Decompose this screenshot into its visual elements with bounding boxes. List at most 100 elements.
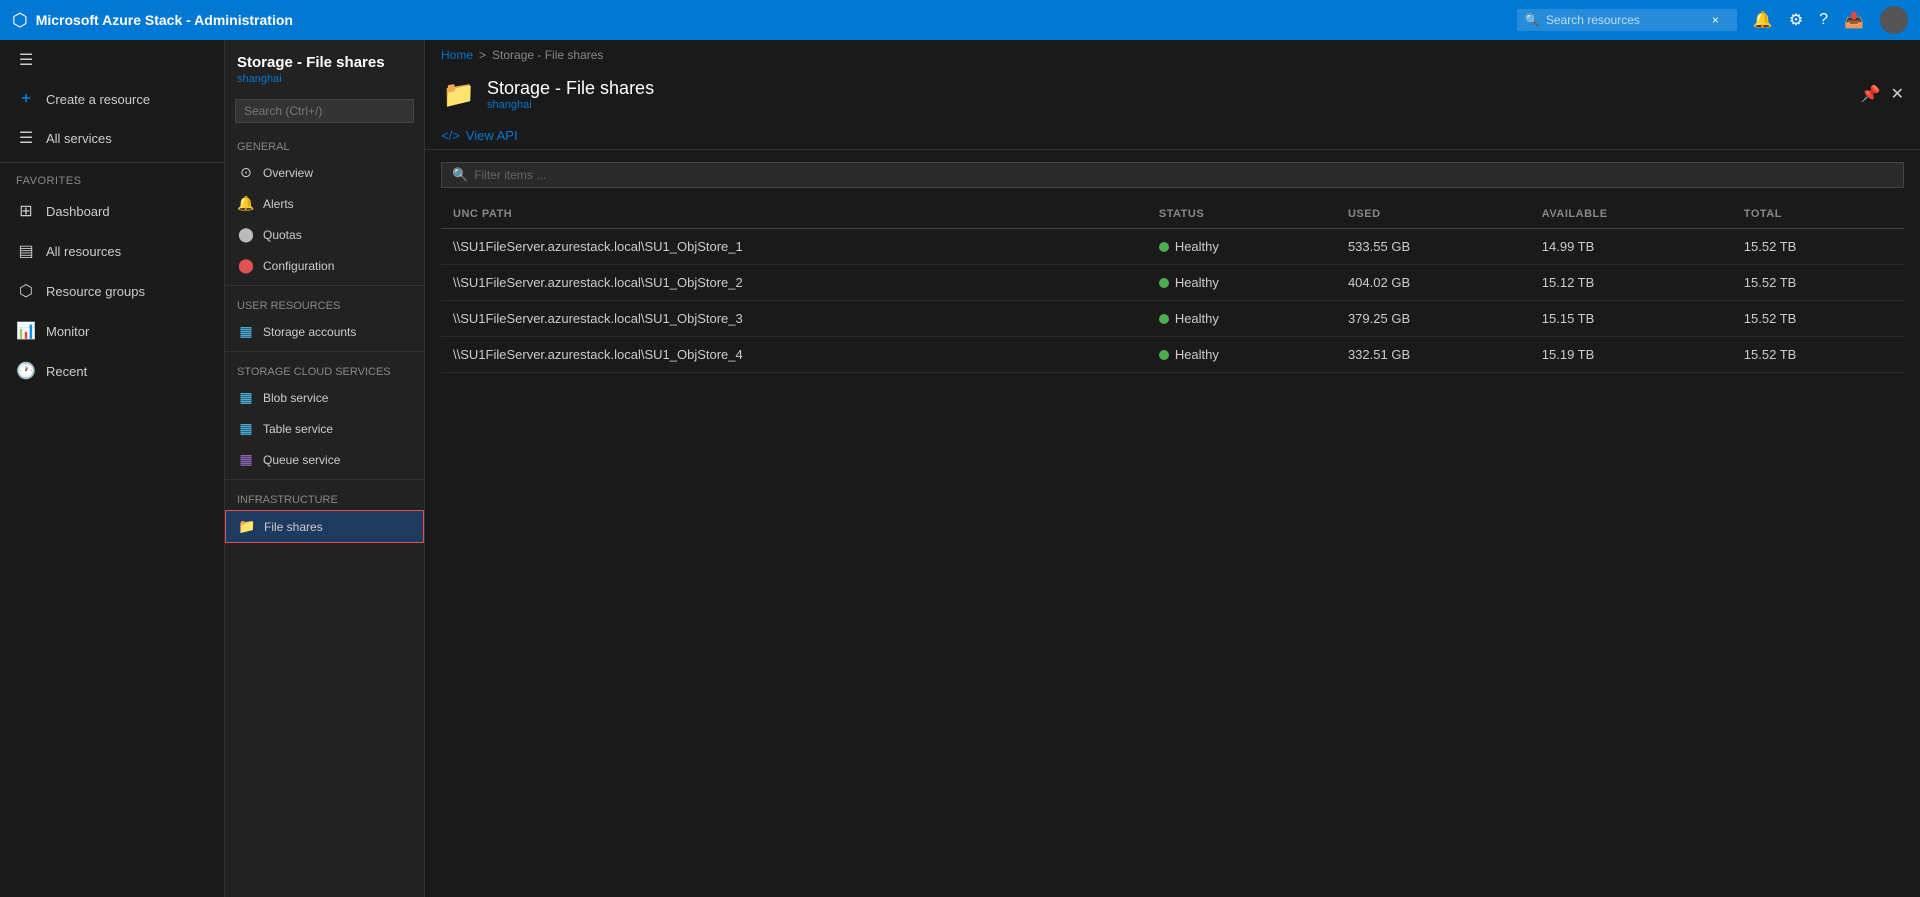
nav-item-file-shares[interactable]: 📁 File shares <box>225 510 424 543</box>
filter-input[interactable] <box>474 168 1893 182</box>
sidebar-item-monitor[interactable]: 📊 Monitor <box>0 311 224 351</box>
cell-available: 15.15 TB <box>1530 301 1732 337</box>
plus-icon: + <box>16 90 36 108</box>
monitor-label: Monitor <box>46 324 89 339</box>
create-resource-label: Create a resource <box>46 92 150 107</box>
configuration-icon: ⬤ <box>237 257 255 274</box>
cell-used: 404.02 GB <box>1336 265 1530 301</box>
search-icon: 🔍 <box>1525 13 1540 27</box>
col-header-status: STATUS <box>1147 200 1336 229</box>
close-icon[interactable]: ✕ <box>1891 84 1904 104</box>
nav-item-overview[interactable]: ⊙ Overview <box>225 157 424 188</box>
cell-used: 379.25 GB <box>1336 301 1530 337</box>
search-input[interactable] <box>1546 13 1706 27</box>
cell-total: 15.52 TB <box>1732 265 1904 301</box>
breadcrumb-home[interactable]: Home <box>441 48 473 62</box>
resource-nav-search[interactable] <box>225 91 424 131</box>
collapse-sidebar[interactable]: ☰ <box>0 40 224 80</box>
nav-item-queue-service[interactable]: ▦ Queue service <box>225 444 424 475</box>
nav-item-overview-label: Overview <box>263 166 313 180</box>
notifications-icon[interactable]: 🔔 <box>1753 10 1773 30</box>
search-close-icon[interactable]: × <box>1712 13 1719 27</box>
status-text: Healthy <box>1175 239 1219 254</box>
content-title-block: 📁 Storage - File shares shanghai <box>441 76 654 112</box>
table-row[interactable]: \\SU1FileServer.azurestack.local\SU1_Obj… <box>441 337 1904 373</box>
nav-item-blob-service[interactable]: ▦ Blob service <box>225 382 424 413</box>
table-row[interactable]: \\SU1FileServer.azurestack.local\SU1_Obj… <box>441 229 1904 265</box>
cell-status: Healthy <box>1147 229 1336 265</box>
view-api-label: View API <box>466 128 518 143</box>
table-header-row: UNC PATH STATUS USED AVAILABLE TOTAL <box>441 200 1904 229</box>
storage-cloud-services-label: STORAGE CLOUD SERVICES <box>225 356 424 382</box>
col-header-used: USED <box>1336 200 1530 229</box>
content-title-text: Storage - File shares shanghai <box>487 78 654 111</box>
filter-bar[interactable]: 🔍 <box>441 162 1904 188</box>
cell-unc-path: \\SU1FileServer.azurestack.local\SU1_Obj… <box>441 301 1147 337</box>
status-dot <box>1159 350 1169 360</box>
nav-item-table-service-label: Table service <box>263 422 333 436</box>
settings-icon[interactable]: ⚙ <box>1789 10 1803 30</box>
view-api-button[interactable]: </> View API <box>441 128 518 143</box>
resource-nav-search-input[interactable] <box>235 99 414 123</box>
all-services-item[interactable]: ☰ All services <box>0 118 224 158</box>
help-icon[interactable]: ? <box>1819 11 1828 29</box>
cell-available: 14.99 TB <box>1530 229 1732 265</box>
cell-total: 15.52 TB <box>1732 337 1904 373</box>
feedback-icon[interactable]: 📤 <box>1844 10 1864 30</box>
create-resource-button[interactable]: + Create a resource <box>0 80 224 118</box>
sidebar-item-dashboard[interactable]: ⊞ Dashboard <box>0 191 224 231</box>
data-table: UNC PATH STATUS USED AVAILABLE TOTAL \\S… <box>441 200 1904 373</box>
resource-groups-label: Resource groups <box>46 284 145 299</box>
recent-icon: 🕐 <box>16 361 36 381</box>
nav-item-alerts-label: Alerts <box>263 197 294 211</box>
all-resources-label: All resources <box>46 244 121 259</box>
pin-icon[interactable]: 📌 <box>1861 84 1881 104</box>
general-section-label: GENERAL <box>225 131 424 157</box>
nav-item-file-shares-label: File shares <box>264 520 323 534</box>
status-text: Healthy <box>1175 275 1219 290</box>
nav-item-alerts[interactable]: 🔔 Alerts <box>225 188 424 219</box>
status-text: Healthy <box>1175 311 1219 326</box>
resource-nav: Storage - File shares shanghai GENERAL ⊙… <box>225 40 425 897</box>
user-resources-label: USER RESOURCES <box>225 290 424 316</box>
avatar[interactable] <box>1880 6 1908 34</box>
nav-item-table-service[interactable]: ▦ Table service <box>225 413 424 444</box>
nav-item-quotas-label: Quotas <box>263 228 302 242</box>
sidebar-item-recent[interactable]: 🕐 Recent <box>0 351 224 391</box>
status-dot <box>1159 242 1169 252</box>
col-header-available: AVAILABLE <box>1530 200 1732 229</box>
resource-nav-title: Storage - File shares <box>237 54 412 71</box>
table-row[interactable]: \\SU1FileServer.azurestack.local\SU1_Obj… <box>441 265 1904 301</box>
quotas-icon: ⬤ <box>237 226 255 243</box>
search-box[interactable]: 🔍 × <box>1517 9 1737 31</box>
breadcrumb: Home > Storage - File shares <box>425 40 1920 70</box>
col-header-total: TOTAL <box>1732 200 1904 229</box>
content: Home > Storage - File shares 📁 Storage -… <box>425 40 1920 897</box>
infrastructure-label: INFRASTRUCTURE <box>225 484 424 510</box>
col-header-unc-path: UNC PATH <box>441 200 1147 229</box>
topbar: ⬡ Microsoft Azure Stack - Administration… <box>0 0 1920 40</box>
monitor-icon: 📊 <box>16 321 36 341</box>
azure-logo-icon: ⬡ <box>12 10 28 31</box>
all-services-label: All services <box>46 131 112 146</box>
status-text: Healthy <box>1175 347 1219 362</box>
topbar-right: 🔍 × 🔔 ⚙ ? 📤 <box>1517 6 1908 34</box>
cell-status: Healthy <box>1147 337 1336 373</box>
nav-item-quotas[interactable]: ⬤ Quotas <box>225 219 424 250</box>
content-subtitle: shanghai <box>487 99 654 111</box>
status-dot <box>1159 314 1169 324</box>
sidebar-item-resource-groups[interactable]: ⬡ Resource groups <box>0 271 224 311</box>
file-shares-icon: 📁 <box>238 518 256 535</box>
breadcrumb-current: Storage - File shares <box>492 48 603 62</box>
cell-total: 15.52 TB <box>1732 301 1904 337</box>
alerts-icon: 🔔 <box>237 195 255 212</box>
nav-item-storage-accounts[interactable]: ▦ Storage accounts <box>225 316 424 347</box>
nav-item-configuration[interactable]: ⬤ Configuration <box>225 250 424 281</box>
resource-nav-header: Storage - File shares shanghai <box>225 40 424 91</box>
collapse-icon: ☰ <box>16 50 36 70</box>
sidebar-item-all-resources[interactable]: ▤ All resources <box>0 231 224 271</box>
sidebar-top: ☰ + Create a resource ☰ All services FAV… <box>0 40 224 391</box>
content-folder-icon: 📁 <box>441 76 477 112</box>
recent-label: Recent <box>46 364 87 379</box>
table-row[interactable]: \\SU1FileServer.azurestack.local\SU1_Obj… <box>441 301 1904 337</box>
